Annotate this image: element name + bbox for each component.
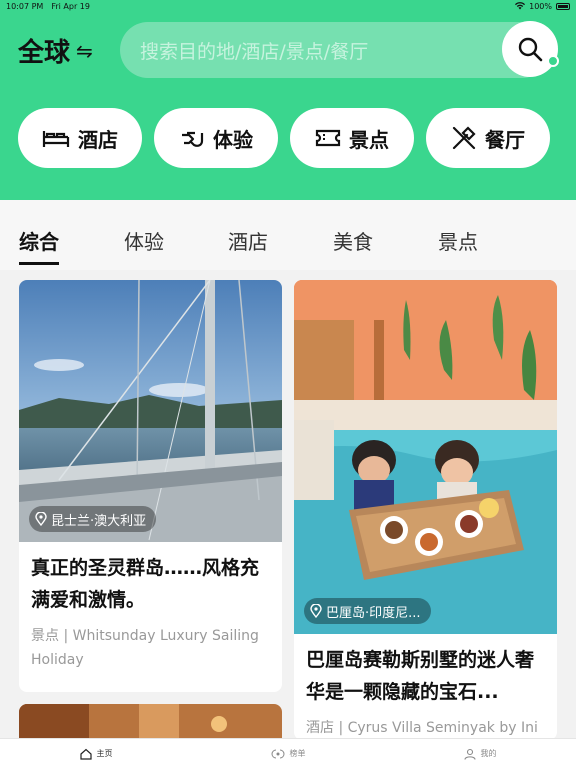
profile-icon	[463, 748, 476, 760]
tab-experience[interactable]: 体验	[124, 226, 164, 255]
search-input[interactable]: 搜索目的地/酒店/景点/餐厅	[140, 37, 368, 64]
search-bar[interactable]: 搜索目的地/酒店/景点/餐厅	[120, 22, 550, 78]
tab-comprehensive[interactable]: 综合	[19, 226, 59, 265]
location-text: 巴厘岛·印度尼...	[326, 605, 421, 621]
category-attraction-button[interactable]: 景点	[290, 108, 414, 168]
category-label: 餐厅	[485, 127, 525, 152]
battery-percent: 100%	[529, 1, 552, 11]
card-image-sailing: 昆士兰·澳大利亚	[19, 280, 282, 542]
ticket-icon	[315, 129, 341, 147]
card-meta: 景点 | Whitsunday Luxury Sailing Holiday	[31, 628, 259, 668]
nav-label: 主页	[96, 749, 113, 758]
location-badge: 巴厘岛·印度尼...	[304, 598, 431, 624]
location-text: 昆士兰·澳大利亚	[51, 513, 147, 529]
wifi-icon	[515, 2, 526, 10]
location-pin-icon	[310, 604, 322, 618]
feed-card[interactable]: 昆士兰·澳大利亚 真正的圣灵群岛……风格充满爱和激情。 景点 | Whitsun…	[19, 280, 282, 692]
header: 全球 ⇋ 搜索目的地/酒店/景点/餐厅 酒店 体验 景点 餐厅	[0, 12, 576, 200]
bed-icon	[42, 131, 70, 147]
category-label: 酒店	[78, 127, 118, 152]
filter-tabs: 综合 体验 酒店 美食 景点	[0, 200, 576, 270]
card-title: 真正的圣灵群岛……风格充满爱和激情。	[31, 557, 260, 611]
nav-label: 榜单	[289, 749, 306, 758]
check-badge-icon	[547, 55, 559, 67]
nav-home[interactable]: 主页	[0, 739, 192, 768]
status-time: 10:07 PM	[6, 1, 44, 11]
location-pin-icon	[35, 512, 47, 526]
home-icon	[79, 748, 92, 760]
search-icon	[518, 37, 543, 62]
status-date: Fri Apr 19	[51, 1, 90, 11]
region-label: 全球	[18, 38, 71, 68]
nav-profile[interactable]: 我的	[384, 739, 576, 768]
battery-icon	[556, 2, 570, 10]
category-label: 景点	[349, 127, 389, 152]
cutlery-icon	[452, 126, 476, 150]
tab-food[interactable]: 美食	[333, 226, 373, 255]
search-button[interactable]	[502, 21, 559, 77]
hands-icon	[182, 131, 204, 147]
category-restaurant-button[interactable]: 餐厅	[426, 108, 550, 168]
category-experience-button[interactable]: 体验	[154, 108, 278, 168]
tab-attraction[interactable]: 景点	[438, 226, 478, 255]
category-hotel-button[interactable]: 酒店	[18, 108, 142, 168]
location-badge: 昆士兰·澳大利亚	[29, 506, 157, 532]
region-switcher[interactable]: 全球 ⇋	[18, 32, 93, 69]
category-label: 体验	[213, 127, 253, 152]
swap-arrows-icon: ⇋	[76, 38, 93, 63]
bottom-nav: 主页 榜单 我的	[0, 738, 576, 768]
tab-hotel[interactable]: 酒店	[228, 226, 268, 255]
status-bar: 10:07 PM Fri Apr 19 100%	[0, 0, 576, 12]
nav-ranking[interactable]: 榜单	[192, 739, 384, 768]
card-meta: 酒店 | Cyrus Villa Seminyak by Ini	[306, 720, 538, 736]
nav-label: 我的	[480, 749, 497, 758]
ranking-icon	[271, 749, 284, 758]
feed-card[interactable]: 巴厘岛·印度尼... 巴厘岛赛勒斯别墅的迷人奢华是一颗隐藏的宝石... 酒店 |…	[294, 280, 557, 740]
card-image-pool: 巴厘岛·印度尼...	[294, 280, 557, 634]
category-buttons: 酒店 体验 景点 餐厅	[18, 108, 550, 168]
card-title: 巴厘岛赛勒斯别墅的迷人奢华是一颗隐藏的宝石...	[306, 649, 535, 703]
